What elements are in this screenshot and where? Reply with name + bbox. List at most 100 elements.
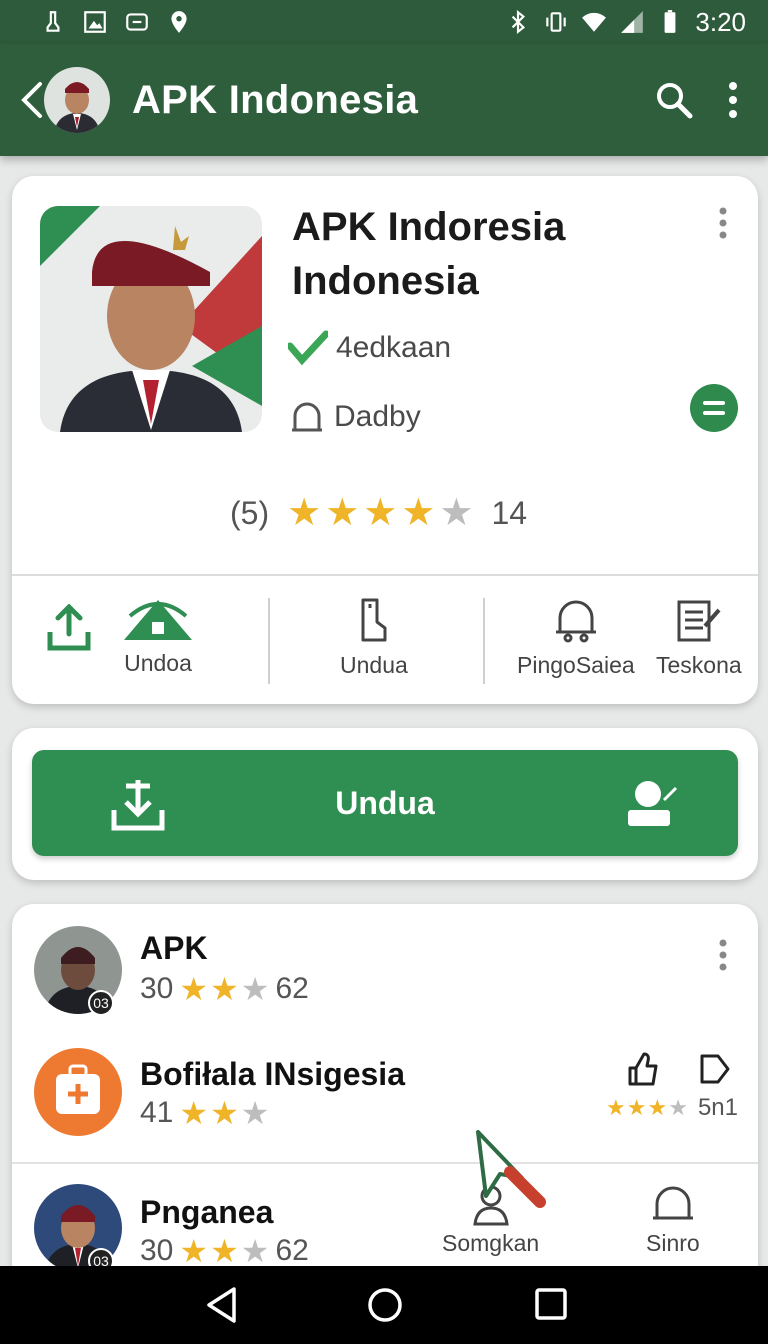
download-label: Unduа	[335, 784, 435, 821]
star-empty-icon: ★	[240, 1095, 270, 1131]
list-item-rating: 30 ★ ★ ★ 62	[140, 1234, 309, 1268]
list-item-rating-right: 62	[275, 972, 309, 1005]
nav-home-icon[interactable]	[366, 1286, 404, 1324]
list-item-avatar[interactable]	[34, 1048, 122, 1136]
document-edit-icon	[677, 600, 721, 642]
action-label: PingoSaiea	[517, 652, 635, 678]
star-icon: ★	[363, 492, 398, 534]
list-item-badge: 03	[88, 990, 114, 1016]
app-hero-image	[40, 206, 262, 432]
list-more-vert-icon[interactable]	[718, 938, 728, 972]
user-stamp-icon	[628, 781, 678, 826]
person-avatar-icon	[44, 67, 110, 133]
mini-rating-value: 5n1	[697, 1094, 738, 1121]
star-empty-icon: ★	[668, 1095, 688, 1120]
label-tag-icon[interactable]	[698, 1052, 732, 1086]
star-icon: ★	[210, 971, 239, 1007]
list-item-rating-left: 30	[140, 1234, 174, 1267]
app-title-line1: APK Indoresia	[292, 205, 566, 249]
bell-icon	[292, 402, 322, 432]
app-avatar[interactable]	[44, 67, 110, 133]
action-separator	[483, 598, 485, 684]
rating-row: (5) ★ ★ ★ ★ ★ 14	[230, 494, 527, 532]
bottom-action-sinro[interactable]: Sinro	[646, 1182, 700, 1257]
action-label: Teskona	[656, 652, 742, 678]
list-item-name: APK	[140, 930, 208, 966]
action-undoa[interactable]: Undoa	[122, 596, 194, 677]
app-bar: APK Indonesia	[0, 44, 768, 156]
list-item-stars: ★ ★ ★	[179, 973, 269, 1005]
app-detail-card: APK Indoresia Indonesia 4edkaan Dadby (5…	[12, 176, 758, 704]
list-item-stars: ★ ★ ★	[179, 1097, 269, 1129]
bell-icon	[652, 1186, 693, 1220]
star-icon: ★	[401, 492, 436, 534]
card-more-vert-icon[interactable]	[718, 206, 728, 240]
phone-icon	[361, 598, 387, 642]
medical-kit-icon	[34, 1048, 122, 1136]
star-empty-icon: ★	[439, 492, 474, 534]
status-time: 3:20	[695, 6, 746, 37]
nav-back-icon[interactable]	[204, 1286, 240, 1324]
menu-fab-button[interactable]	[690, 384, 738, 432]
list-item-name: Bofiłala INsigesia	[140, 1056, 405, 1092]
list-item-mini-rating: ★ ★ ★ ★ 5n1	[606, 1094, 738, 1122]
app-bar-title: APK Indonesia	[132, 77, 419, 122]
location-icon	[171, 11, 187, 33]
status-bar: 3:20	[0, 0, 768, 44]
list-item-rating: 41 ★ ★ ★	[140, 1096, 269, 1130]
star-icon: ★	[626, 1095, 647, 1120]
star-icon: ★	[179, 1233, 209, 1269]
star-icon: ★	[287, 492, 322, 534]
list-divider	[12, 1162, 758, 1164]
share-upload-icon[interactable]	[46, 604, 92, 652]
category-name: Dadby	[334, 400, 421, 433]
action-undua[interactable]: Undua	[340, 596, 408, 679]
person-portrait-icon	[40, 206, 262, 432]
pointer-cursor-icon	[476, 1130, 546, 1208]
gallery-icon	[84, 11, 106, 33]
rating-count: (5)	[230, 494, 270, 531]
developer-name: 4edkaan	[336, 331, 452, 364]
card-divider	[12, 574, 758, 576]
action-label: Undoa	[124, 650, 192, 676]
app-title: APK Indoresia Indonesia	[292, 200, 565, 308]
list-item-stars: ★ ★ ★	[179, 1235, 269, 1267]
list-item-rating-right: 62	[275, 1234, 309, 1267]
list-item-rating-left: 41	[140, 1096, 174, 1129]
bottom-action-label: Sinro	[646, 1230, 700, 1256]
list-item-rating-left: 30	[140, 972, 174, 1005]
download-button[interactable]: Unduа	[32, 750, 738, 856]
rating-extra: 14	[491, 494, 528, 531]
star-icon: ★	[325, 492, 360, 534]
nav-recents-icon[interactable]	[534, 1286, 568, 1322]
wifi-icon	[582, 12, 607, 32]
notification-icon	[46, 11, 60, 32]
action-separator	[268, 598, 270, 684]
star-icon: ★	[647, 1095, 668, 1120]
action-teskona[interactable]: Teskona	[656, 596, 742, 679]
bluetooth-icon	[512, 9, 526, 35]
star-icon: ★	[179, 1095, 209, 1131]
vibrate-icon	[546, 12, 567, 32]
star-empty-icon: ★	[240, 971, 270, 1007]
category-row: Dadby	[290, 398, 421, 436]
like-icon[interactable]	[626, 1052, 660, 1086]
action-pingosaiea[interactable]: PingoSaiea	[517, 596, 635, 679]
download-card: Unduа	[12, 728, 758, 880]
list-item-name: Pnganea	[140, 1194, 274, 1230]
signal-icon	[621, 11, 644, 33]
system-nav-bar	[0, 1266, 768, 1344]
developer-row: 4edkaan	[288, 330, 451, 366]
star-empty-icon: ★	[240, 1233, 270, 1269]
verified-check-icon	[288, 330, 328, 366]
back-arrow-icon[interactable]	[18, 80, 44, 120]
rating-stars: ★ ★ ★ ★ ★	[287, 494, 473, 532]
star-icon: ★	[210, 1095, 239, 1131]
star-icon: ★	[606, 1095, 626, 1120]
bell-icon	[555, 600, 596, 643]
battery-icon	[664, 10, 676, 33]
star-icon: ★	[179, 971, 209, 1007]
search-icon[interactable]	[654, 80, 694, 120]
message-icon	[126, 13, 148, 31]
more-vert-icon[interactable]	[728, 80, 738, 120]
